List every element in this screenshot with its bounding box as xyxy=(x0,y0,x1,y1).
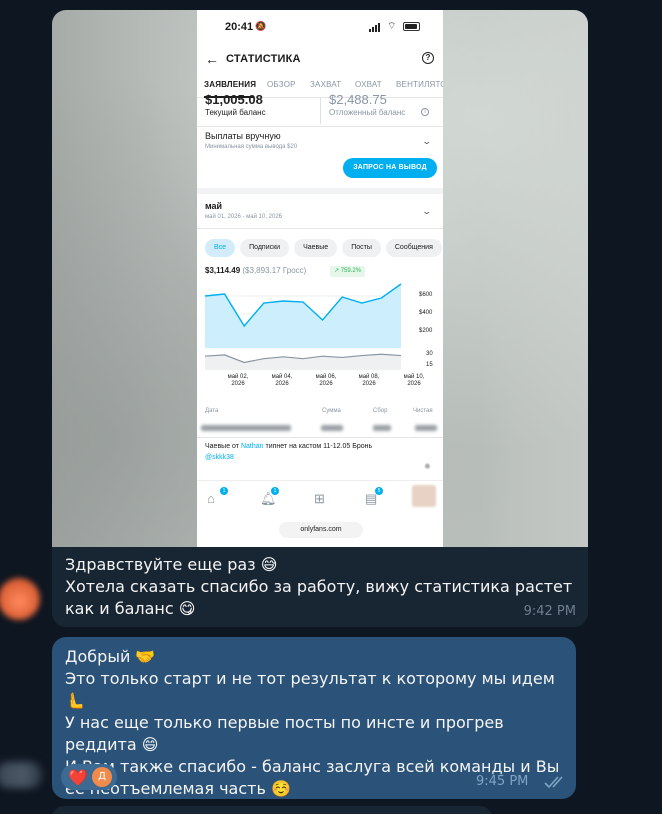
read-double-check-icon xyxy=(544,776,563,789)
notification-badge: 1 xyxy=(271,487,279,495)
pending-balance-amount: $2,488.75 xyxy=(329,92,387,107)
incoming-message-text: Здравствуйте еще раз 😅 Хотела сказать сп… xyxy=(65,554,575,620)
count-area xyxy=(205,354,401,370)
month-label: май xyxy=(205,201,223,211)
tip-handle-link: @skkk38 xyxy=(205,454,234,461)
chip-all: Все xyxy=(205,239,236,257)
filter-chips: Все Подписки Чаевые Посты Сообщения xyxy=(205,236,443,257)
notification-badge: 1 xyxy=(220,487,228,495)
phone-clock: 20:41 xyxy=(225,21,254,33)
signal-icon xyxy=(369,23,383,32)
x-tick: май 10, 2026 xyxy=(403,374,425,387)
statistics-title: СТАТИСТИКА xyxy=(226,53,301,65)
phone-screenshot: 20:41 🔕 ⌔ ← СТАТИСТИКА ? ЗАЯВЛЕНИЯ ОБЗОР… xyxy=(197,10,443,547)
y-tick: 30 xyxy=(426,351,433,357)
notification-badge: 5 xyxy=(375,487,383,495)
next-message-edge xyxy=(52,806,492,814)
current-balance-amount: $1,005.08 xyxy=(205,92,263,107)
phone-status-bar: 20:41 🔕 ⌔ xyxy=(197,10,443,42)
tip-text: типнет на кастом 11-12.05 Бронь xyxy=(265,443,373,450)
battery-icon xyxy=(403,22,420,31)
balance-section: $1,005.08 Текущий баланс $2,488.75 Отлож… xyxy=(197,92,443,128)
payout-title: Выплаты вручную xyxy=(205,131,281,141)
wifi-icon: ⌔ xyxy=(387,21,397,32)
outgoing-message[interactable]: Добрый 🤝 Это только старт и не тот резул… xyxy=(52,637,576,799)
chevron-down-icon: ⌄ xyxy=(421,136,433,146)
phone-bottom-nav: ⌂ 1 🔔︎ 1 ⊞ ▤ 5 xyxy=(197,480,443,518)
own-avatar[interactable] xyxy=(0,762,42,788)
browser-url: onlyfans.com xyxy=(279,522,363,538)
photo-attachment[interactable]: 20:41 🔕 ⌔ ← СТАТИСТИКА ? ЗАЯВЛЕНИЯ ОБЗОР… xyxy=(52,10,588,547)
y-tick: $400 xyxy=(419,310,433,316)
earnings-chart-svg xyxy=(204,283,402,370)
table-row xyxy=(201,423,439,433)
message-line: Добрый 🤝 xyxy=(65,647,156,666)
chevron-down-icon: ⌄ xyxy=(421,206,433,216)
x-tick: май 04, 2026 xyxy=(271,374,293,387)
earnings-area xyxy=(205,284,401,348)
gross-total: ($3,893.17 Гросс) xyxy=(242,266,307,275)
y-tick: $600 xyxy=(419,292,433,298)
message-line: У нас еще только первые посты по инсте и… xyxy=(65,713,504,754)
chip-tips: Чаевые xyxy=(294,239,338,257)
section-divider xyxy=(197,188,443,194)
tab-statements: ЗАЯВЛЕНИЯ xyxy=(204,80,257,89)
chip-subscriptions: Подписки xyxy=(240,239,290,257)
info-icon: i xyxy=(421,108,429,116)
pending-balance-label: Отложенный баланс xyxy=(329,108,406,117)
message-line: Хотела сказать спасибо за работу, вижу с… xyxy=(65,577,573,618)
back-arrow-icon: ← xyxy=(205,51,219,67)
chip-messages: Сообщения xyxy=(385,239,442,257)
y-tick: 15 xyxy=(426,362,433,368)
profile-avatar xyxy=(412,485,436,507)
table-header: Дата Сумма Сбор Чистая xyxy=(197,408,443,420)
tab-overview: ОБЗОР xyxy=(267,80,296,89)
balance-divider xyxy=(320,98,321,124)
incoming-message[interactable]: 20:41 🔕 ⌔ ← СТАТИСТИКА ? ЗАЯВЛЕНИЯ ОБЗОР… xyxy=(52,10,588,627)
y-tick: $200 xyxy=(419,328,433,334)
column-net: Чистая xyxy=(413,408,433,414)
sender-avatar[interactable]: . . xyxy=(0,578,40,620)
chip-posts: Посты xyxy=(342,239,381,257)
loading-spinner-icon: ✺ xyxy=(424,462,431,471)
tip-user-link: Nathan xyxy=(240,443,264,450)
column-amount: Сумма xyxy=(322,408,341,414)
message-timestamp: 9:45 PM xyxy=(476,774,529,789)
phone-header: ← СТАТИСТИКА ? xyxy=(197,48,443,72)
mute-icon: 🔕 xyxy=(255,21,267,31)
current-balance-label: Текущий баланс xyxy=(205,108,266,117)
x-tick: май 08, 2026 xyxy=(358,374,380,387)
home-icon: ⌂ xyxy=(207,491,215,506)
message-line: Это только старт и не тот результат к ко… xyxy=(65,669,555,710)
reaction-pill[interactable]: ❤️ Д xyxy=(61,764,117,790)
tab-fans: ВЕНТИЛЯТО xyxy=(396,80,443,89)
divider xyxy=(197,126,443,127)
date-range: май 01, 2026 - май 10, 2026 xyxy=(205,214,283,220)
tab-reach: ОХВАТ xyxy=(355,80,382,89)
reactor-avatar: Д xyxy=(92,767,112,787)
message-timestamp: 9:42 PM xyxy=(523,604,576,619)
withdraw-button: ЗАПРОС НА ВЫВОД xyxy=(343,158,437,178)
add-post-icon: ⊞ xyxy=(314,491,325,506)
x-tick: май 06, 2026 xyxy=(315,374,337,387)
tip-prefix: Чаевые от xyxy=(205,443,239,450)
tab-capture: ЗАХВАТ xyxy=(310,80,342,89)
help-icon: ? xyxy=(422,52,434,64)
heart-reaction-icon: ❤️ xyxy=(68,768,88,787)
column-fee: Сбор xyxy=(373,408,388,414)
divider xyxy=(197,437,443,438)
earnings-summary: $3,114.49 ($3,893.17 Гросс) xyxy=(205,266,306,275)
x-tick: май 02, 2026 xyxy=(227,374,249,387)
net-total: $3,114.49 xyxy=(205,266,241,275)
divider xyxy=(197,228,443,229)
growth-badge: ↗ 759.2% xyxy=(330,266,366,277)
message-line: Здравствуйте еще раз 😅 xyxy=(65,555,278,574)
column-date: Дата xyxy=(205,408,219,414)
tip-description: Чаевые от Nathan типнет на кастом 11-12.… xyxy=(205,441,437,463)
payout-subtitle: Минимальная сумма вывода $20 xyxy=(205,144,298,150)
earnings-chart: $600 $400 $200 30 15 май 02, 2026 май 04,… xyxy=(197,278,443,387)
